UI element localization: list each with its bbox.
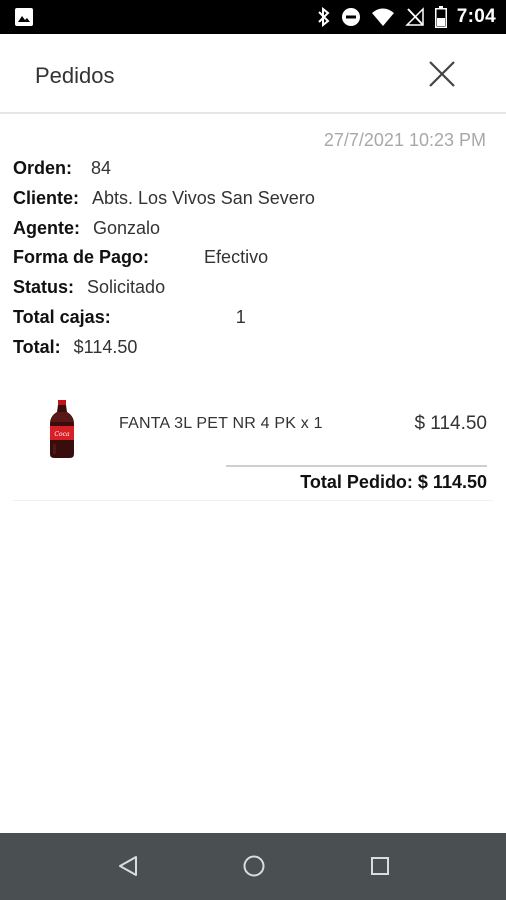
total-boxes-row: Total cajas: 1 [13,307,246,328]
order-date: 27/7/2021 10:23 PM [323,130,486,150]
order-number-row: Orden: 84 [13,158,111,179]
page-title: Pedidos [35,63,115,88]
client-label: Cliente: [13,188,80,208]
client-row: Cliente: Abts. Los Vivos San Severo [13,188,315,209]
agent-row: Agente: Gonzalo [13,218,160,239]
item-price: $ 114.50 [414,413,487,434]
svg-text:Coca: Coca [54,431,70,438]
payment-method-label: Forma de Pago: [13,247,150,267]
home-button[interactable] [239,851,269,881]
status-label: Status: [13,277,75,297]
status-value: Solicitado [87,277,166,297]
image-icon [14,7,34,27]
close-button[interactable] [422,54,462,94]
section-divider [13,500,493,501]
soda-bottle-image: Coca [50,400,74,458]
bluetooth-icon [317,7,331,27]
navigation-bar [0,833,506,900]
back-icon [119,856,137,876]
total-boxes-value: 1 [235,307,246,327]
no-signal-icon [404,7,425,27]
item-description: FANTA 3L PET NR 4 PK x 1 [119,415,323,432]
total-value: $114.50 [73,337,138,357]
payment-method-row: Forma de Pago: Efectivo [13,247,268,268]
recents-button[interactable] [365,851,395,881]
close-icon [429,61,455,87]
total-divider [226,465,487,467]
do-not-disturb-icon [341,7,361,27]
list-item[interactable]: Coca FANTA 3L PET NR 4 PK x 1 $ 114.50 [0,392,506,462]
total-row: Total: $114.50 [13,337,137,358]
order-number-value: 84 [91,158,112,178]
status-row: Status: Solicitado [13,277,165,298]
battery-icon [434,6,447,28]
home-icon [243,855,265,877]
status-bar: 7:04 [0,0,506,34]
clock-time: 7:04 [456,6,496,27]
back-button[interactable] [113,851,143,881]
payment-method-value: Efectivo [204,247,269,267]
total-boxes-label: Total cajas: [13,307,111,327]
recents-icon [371,857,389,875]
order-number-label: Orden: [13,158,73,178]
total-label: Total: [13,337,61,357]
agent-label: Agente: [13,218,80,238]
agent-value: Gonzalo [93,218,161,238]
app-bar: Pedidos [0,34,506,114]
order-total: Total Pedido: $ 114.50 [300,472,487,492]
client-value: Abts. Los Vivos San Severo [92,188,315,208]
wifi-icon [371,7,395,27]
